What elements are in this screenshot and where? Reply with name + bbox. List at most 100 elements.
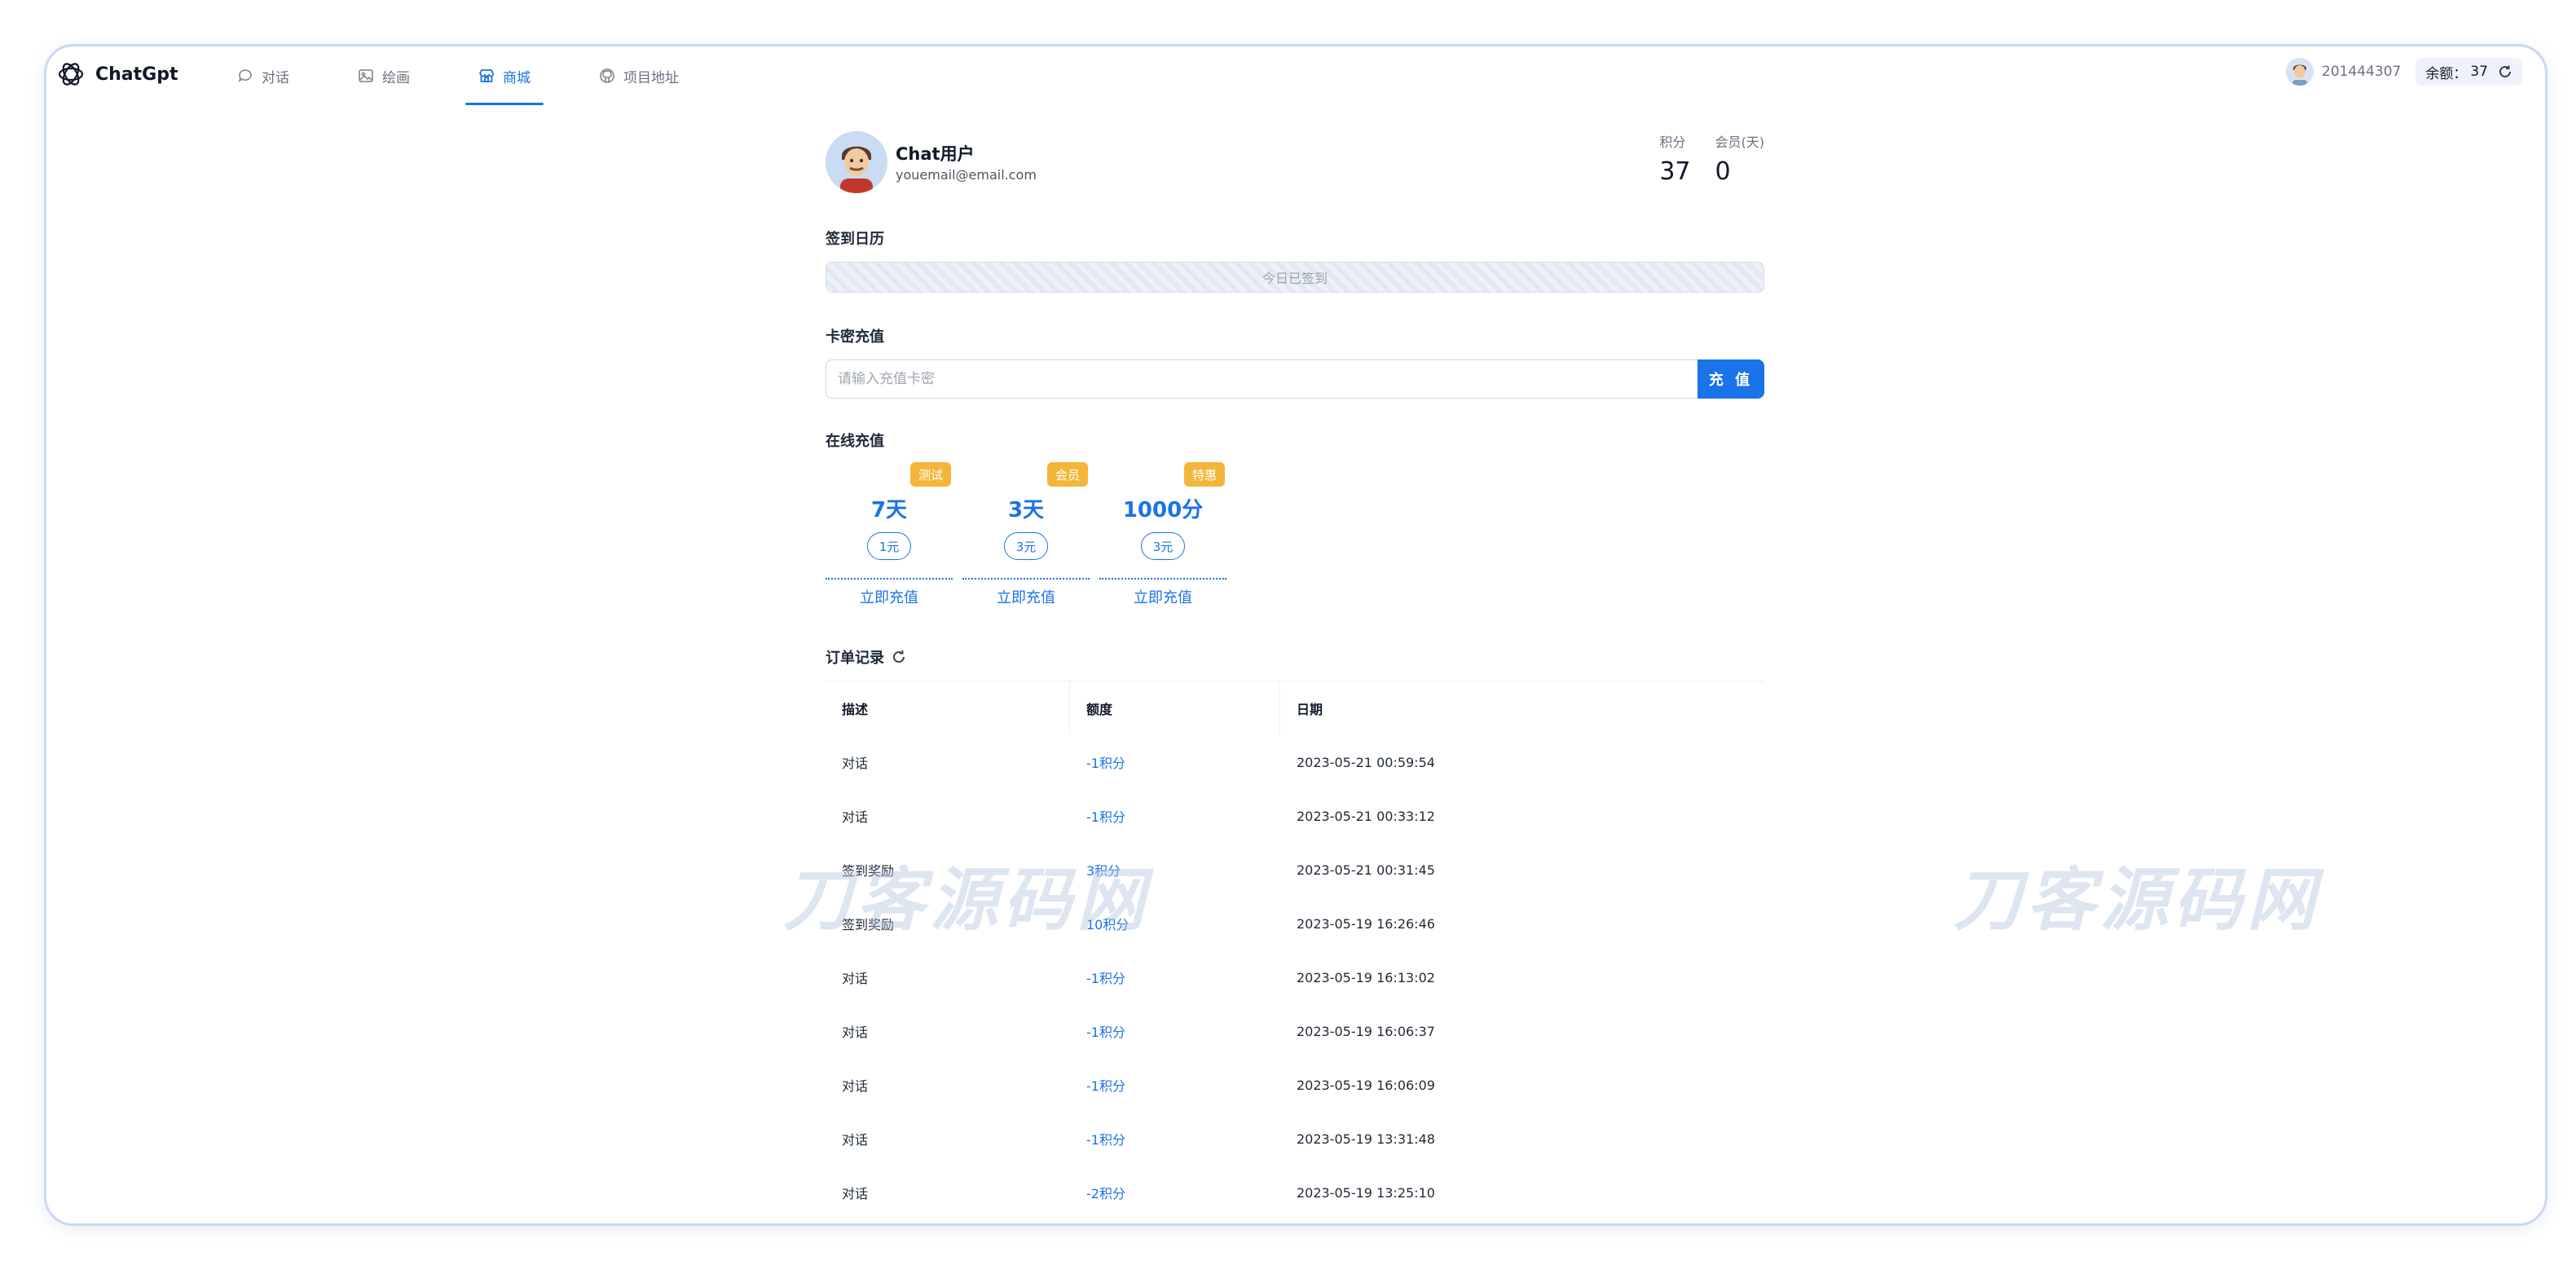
cell-amount: -1积分 [1086,809,1125,825]
main-nav: 对话 绘画 商城 项目地址 [224,46,734,105]
table-header: 描述 额度 日期 [826,681,1764,735]
table-row: 对话 -1积分 2023-05-19 13:31:48 [826,1112,1764,1166]
plan-price: 3元 [1004,532,1048,560]
plan-badge: 测试 [909,462,951,487]
cell-date: 2023-05-19 16:06:09 [1297,1077,1435,1093]
nav-item-label: 商城 [503,69,531,86]
cell-amount: -1积分 [1086,756,1125,771]
table-row: 签到奖励 10积分 2023-05-19 16:26:46 [826,897,1764,950]
column-header: 描述 [826,681,1070,735]
plan-divider [826,578,953,580]
nav-item-label: 绘画 [382,69,410,86]
cell-amount: -1积分 [1086,1025,1125,1040]
section-title: 订单记录 [826,650,884,667]
image-icon [359,69,373,82]
plan-name: 3天 [1007,498,1045,522]
nav-item-store[interactable]: 商城 [465,46,544,105]
user-id: 201444307 [2322,64,2402,80]
store-icon [478,69,494,82]
nav-item-drawing[interactable]: 绘画 [345,46,423,105]
stat-value: 0 [1715,157,1731,186]
refresh-icon[interactable] [891,649,907,665]
watermark: 刀客源码网 [1953,860,2321,940]
stat-label: 会员(天) [1715,134,1765,150]
cell-amount: 10积分 [1086,917,1129,932]
orders-header: 订单记录 [826,646,1764,668]
cell-desc: 对话 [842,756,869,771]
section-title: 签到日历 [826,231,884,248]
avatar-face-icon [2286,58,2314,86]
balance-display: 余额： 37 [2415,58,2522,86]
plan-card: 测试 7天 1元 立即充值 [826,462,953,607]
cell-date: 2023-05-19 13:31:48 [1297,1131,1435,1147]
plan-buy-button[interactable]: 立即充值 [1099,586,1226,607]
avatar[interactable] [2286,58,2314,86]
plan-buy-button[interactable]: 立即充值 [962,586,1090,607]
card-recharge-section: 卡密充值 充 值 [826,325,1764,399]
user-box: 201444307 余额： 37 [2286,58,2522,86]
cell-desc: 对话 [842,1132,869,1148]
nav-item-project[interactable]: 项目地址 [586,46,692,105]
plan-list: 测试 7天 1元 立即充值 会员 3天 3元 立即充值 特惠 1000分 3元 [826,462,1764,607]
cell-desc: 对话 [842,809,869,825]
brand-name: ChatGpt [95,64,178,85]
profile-header: Chat用户 youemail@email.com 积分 37 会员(天) 0 [826,131,1764,205]
profile-name: Chat用户 [896,144,975,164]
cell-desc: 对话 [842,1078,869,1094]
checkin-status-bar[interactable]: 今日已签到 [826,262,1764,293]
cell-desc: 签到奖励 [842,863,895,879]
store-content: Chat用户 youemail@email.com 积分 37 会员(天) 0 … [826,131,1764,1219]
plan-card: 会员 3天 3元 立即充值 [962,462,1090,607]
card-recharge-row: 充 值 [826,359,1764,399]
plan-name: 1000分 [1122,498,1204,522]
column-header: 额度 [1070,681,1280,735]
plan-divider [962,578,1090,580]
checkin-section: 签到日历 今日已签到 [826,227,1764,293]
chat-bubble-icon [238,69,252,83]
refresh-icon[interactable] [2498,64,2512,79]
cell-amount: -1积分 [1086,971,1125,986]
table-row: 对话 -1积分 2023-05-21 00:59:54 [826,735,1764,789]
cell-date: 2023-05-21 00:31:45 [1297,862,1435,878]
cell-amount: 3积分 [1086,863,1121,879]
plan-buy-button[interactable]: 立即充值 [826,586,953,607]
column-header: 日期 [1297,702,1323,717]
balance-label: 余额： [2425,65,2468,82]
plan-price: 3元 [1141,532,1185,560]
stat-member-days: 会员(天) 0 [1715,131,1765,186]
cell-date: 2023-05-19 16:13:02 [1297,969,1435,985]
stat-value: 37 [1659,157,1691,186]
app-window: ChatGpt 对话 绘画 商城 项目地址 201444307 余额： 37 C… [44,44,2547,1226]
table-row: 对话 -1积分 2023-05-19 16:06:37 [826,1004,1764,1058]
cell-amount: -1积分 [1086,1132,1125,1148]
cell-date: 2023-05-21 00:33:12 [1297,808,1435,824]
nav-item-chat[interactable]: 对话 [224,46,302,105]
cell-desc: 对话 [842,1186,869,1201]
top-bar: ChatGpt 对话 绘画 商城 项目地址 201444307 余额： 37 [46,46,2545,105]
plan-divider [1099,578,1226,580]
table-row: 对话 -2积分 2023-05-19 13:25:10 [826,1166,1764,1219]
profile-stats: 积分 37 会员(天) 0 [1635,131,1764,186]
cell-desc: 签到奖励 [842,917,895,932]
profile-avatar [826,131,887,193]
orders-table: 描述 额度 日期 对话 -1积分 2023-05-21 00:59:54 对话 … [826,681,1764,1219]
recharge-button[interactable]: 充 值 [1698,359,1764,399]
plan-price: 1元 [867,532,911,560]
order-history-section: 订单记录 描述 额度 日期 对话 -1积分 2023-05-21 00:59:5… [826,646,1764,1219]
plan-badge: 会员 [1046,462,1088,487]
table-row: 对话 -1积分 2023-05-19 16:06:09 [826,1058,1764,1112]
cell-date: 2023-05-21 00:59:54 [1297,754,1435,770]
github-icon [600,68,614,83]
online-recharge-section: 在线充值 测试 7天 1元 立即充值 会员 3天 3元 立即充值 特惠 1000… [826,430,1764,607]
plan-name: 7天 [870,498,908,522]
stat-label: 积分 [1659,134,1686,150]
nav-item-label: 项目地址 [623,69,679,86]
cell-date: 2023-05-19 16:26:46 [1297,915,1435,932]
table-row: 对话 -1积分 2023-05-21 00:33:12 [826,789,1764,843]
cell-amount: -2积分 [1086,1186,1125,1201]
card-code-input[interactable] [826,359,1698,399]
table-row: 签到奖励 3积分 2023-05-21 00:31:45 [826,843,1764,897]
plan-card: 特惠 1000分 3元 立即充值 [1099,462,1226,607]
table-row: 对话 -1积分 2023-05-19 16:13:02 [826,950,1764,1004]
brand[interactable]: ChatGpt [56,60,178,89]
